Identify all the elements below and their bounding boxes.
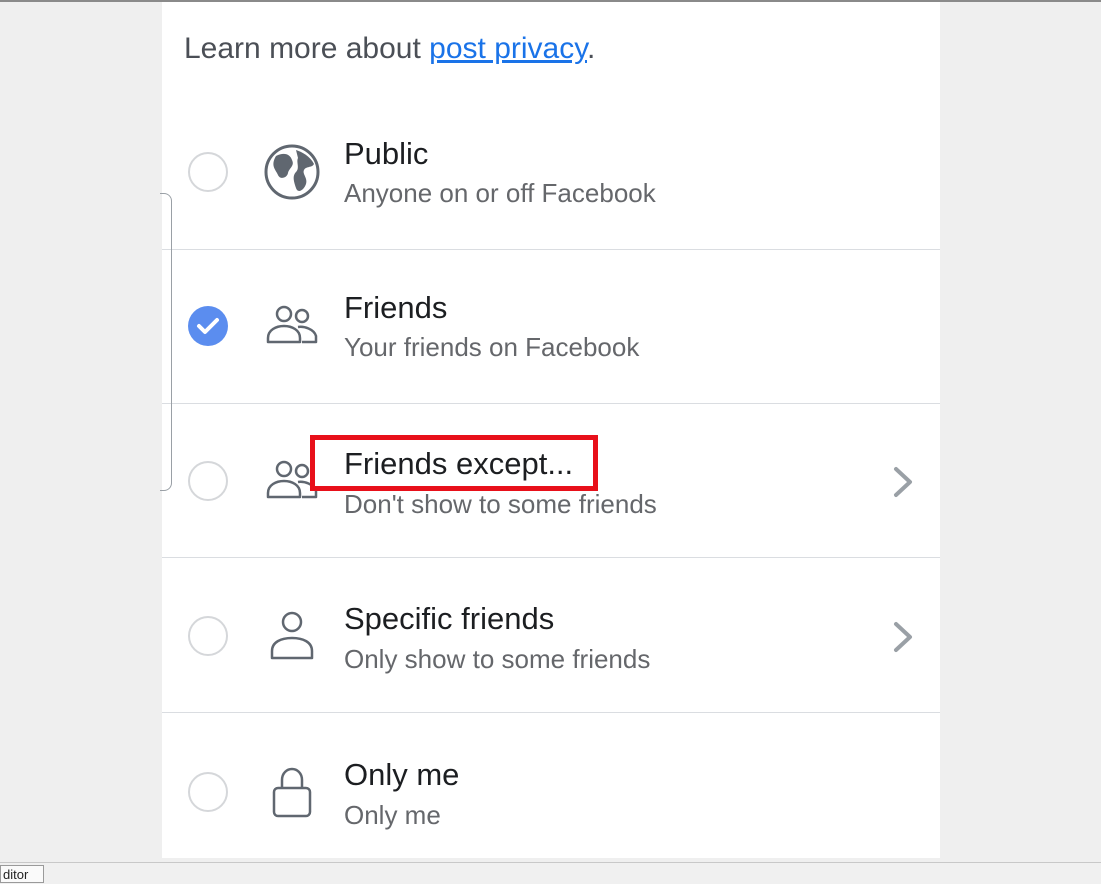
option-subtitle: Anyone on or off Facebook: [344, 178, 656, 208]
bottom-tab-editor[interactable]: ditor: [0, 865, 44, 883]
chevron-right-icon[interactable]: [890, 465, 916, 499]
friends-icon: [266, 305, 318, 344]
bottom-bar: [0, 862, 1101, 884]
post-privacy-link[interactable]: post privacy: [429, 32, 587, 65]
option-specific-friends[interactable]: Specific friends Only show to some frien…: [162, 559, 940, 713]
option-friends[interactable]: Friends Your friends on Facebook: [162, 250, 940, 404]
side-bracket-divider: [160, 193, 172, 491]
option-title: Friends: [344, 290, 448, 325]
radio-only-me[interactable]: [188, 772, 228, 812]
option-subtitle: Only me: [344, 800, 441, 830]
radio-specific-friends[interactable]: [188, 616, 228, 656]
chevron-right-icon[interactable]: [890, 620, 916, 654]
option-only-me[interactable]: Only me Only me: [162, 714, 940, 868]
option-friends-except[interactable]: Friends except... Don't show to some fri…: [162, 404, 940, 558]
radio-public[interactable]: [188, 152, 228, 192]
option-subtitle: Your friends on Facebook: [344, 332, 640, 362]
radio-friends-checked[interactable]: [188, 306, 228, 346]
option-title: Specific friends: [344, 601, 555, 636]
option-subtitle: Only show to some friends: [344, 644, 651, 674]
option-subtitle: Don't show to some friends: [344, 489, 657, 519]
learn-more-suffix: .: [587, 32, 596, 65]
option-title: Public: [344, 136, 429, 171]
privacy-panel: Learn more about post privacy. Public An…: [162, 2, 940, 858]
friends-except-icon: [266, 460, 318, 499]
radio-friends-except[interactable]: [188, 461, 228, 501]
option-title: Only me: [344, 757, 460, 792]
globe-icon: [264, 144, 320, 200]
checkmark-icon: [197, 318, 219, 334]
lock-icon: [272, 767, 312, 818]
learn-more-label: Learn more about: [184, 32, 430, 65]
person-icon: [270, 611, 314, 660]
option-public[interactable]: Public Anyone on or off Facebook: [162, 96, 940, 250]
option-title: Friends except...: [344, 446, 574, 481]
learn-more-text: Learn more about post privacy.: [184, 32, 595, 66]
